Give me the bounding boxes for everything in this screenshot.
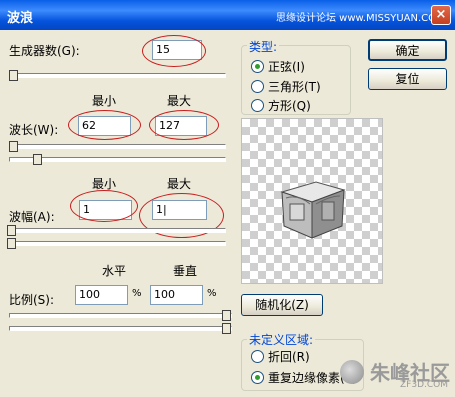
type-radio-sine[interactable]: 正弦(I) bbox=[251, 58, 305, 75]
amplitude-max-slider-track[interactable] bbox=[9, 241, 226, 246]
amplitude-min-slider-track[interactable] bbox=[9, 228, 226, 233]
logo-subtext: ZF3D.COM bbox=[400, 380, 448, 390]
preview-cube-image bbox=[280, 181, 346, 239]
radio-selected-icon bbox=[251, 371, 264, 384]
amplitude-min-header: 最小 bbox=[92, 177, 117, 191]
wavelength-max-input[interactable]: 127 bbox=[155, 116, 207, 136]
radio-unselected-icon bbox=[251, 350, 264, 363]
amplitude-min-slider-thumb[interactable] bbox=[7, 225, 16, 236]
scale-vertical-header: 垂直 bbox=[173, 264, 198, 278]
scale-vertical-input[interactable]: 100 bbox=[150, 285, 203, 305]
wavelength-max-header: 最大 bbox=[167, 94, 192, 108]
amplitude-min-input[interactable]: 1 bbox=[79, 200, 132, 220]
undefined-radio-wrap-around[interactable]: 折回(R) bbox=[251, 348, 310, 365]
logo-mark-icon bbox=[340, 360, 364, 384]
type-radio-square-label: 方形(Q) bbox=[268, 99, 311, 113]
ok-button[interactable]: 确定 bbox=[368, 39, 447, 61]
wavelength-min-input[interactable]: 62 bbox=[78, 116, 131, 136]
wavelength-label: 波长(W): bbox=[9, 123, 59, 137]
scale-horizontal-header: 水平 bbox=[102, 264, 127, 278]
title-bar: 波浪 思缘设计论坛 www.MISSYUAN.COM × bbox=[0, 0, 455, 30]
scale-horizontal-slider-track[interactable] bbox=[9, 313, 232, 318]
close-icon: × bbox=[435, 7, 447, 22]
type-radio-triangle-label: 三角形(T) bbox=[268, 80, 321, 94]
radio-unselected-icon bbox=[251, 99, 264, 112]
scale-horizontal-slider-thumb[interactable] bbox=[222, 310, 231, 321]
undefined-radio-wrap-around-label: 折回(R) bbox=[268, 350, 310, 364]
reset-button[interactable]: 复位 bbox=[368, 68, 447, 90]
radio-selected-icon bbox=[251, 60, 264, 73]
preview-area bbox=[241, 118, 383, 284]
randomize-button[interactable]: 随机化(Z) bbox=[241, 294, 323, 316]
type-radio-square[interactable]: 方形(Q) bbox=[251, 97, 311, 114]
wavelength-min-slider-track[interactable] bbox=[9, 144, 226, 149]
window-title: 波浪 bbox=[7, 11, 34, 26]
scale-horizontal-unit: % bbox=[132, 288, 142, 299]
amplitude-max-input[interactable]: 1| bbox=[152, 200, 207, 220]
scale-label: 比例(S): bbox=[9, 293, 55, 307]
type-radio-triangle[interactable]: 三角形(T) bbox=[251, 78, 321, 95]
scale-vertical-slider-track[interactable] bbox=[9, 326, 232, 331]
radio-unselected-icon bbox=[251, 80, 264, 93]
wavelength-max-slider-thumb[interactable] bbox=[33, 154, 42, 165]
generators-slider-thumb[interactable] bbox=[9, 70, 18, 81]
type-radio-sine-label: 正弦(I) bbox=[268, 60, 305, 74]
watermark-text: 思缘设计论坛 www.MISSYUAN.COM bbox=[276, 13, 445, 24]
generators-input[interactable]: 15 bbox=[152, 40, 202, 60]
scale-vertical-unit: % bbox=[207, 288, 217, 299]
wavelength-min-header: 最小 bbox=[92, 94, 117, 108]
amplitude-label: 波幅(A): bbox=[9, 210, 55, 224]
site-logo: 朱峰社区 ZF3D.COM bbox=[340, 348, 452, 394]
amplitude-max-header: 最大 bbox=[167, 177, 192, 191]
wavelength-min-slider-thumb[interactable] bbox=[9, 141, 18, 152]
generators-label: 生成器数(G): bbox=[9, 44, 80, 58]
close-button[interactable]: × bbox=[431, 5, 451, 25]
scale-vertical-slider-thumb[interactable] bbox=[222, 323, 231, 334]
undefined-area-title: 未定义区域: bbox=[247, 331, 316, 348]
scale-horizontal-input[interactable]: 100 bbox=[75, 285, 128, 305]
amplitude-max-slider-thumb[interactable] bbox=[7, 238, 16, 249]
generators-slider-track[interactable] bbox=[9, 73, 226, 78]
type-group-title: 类型: bbox=[247, 38, 280, 55]
